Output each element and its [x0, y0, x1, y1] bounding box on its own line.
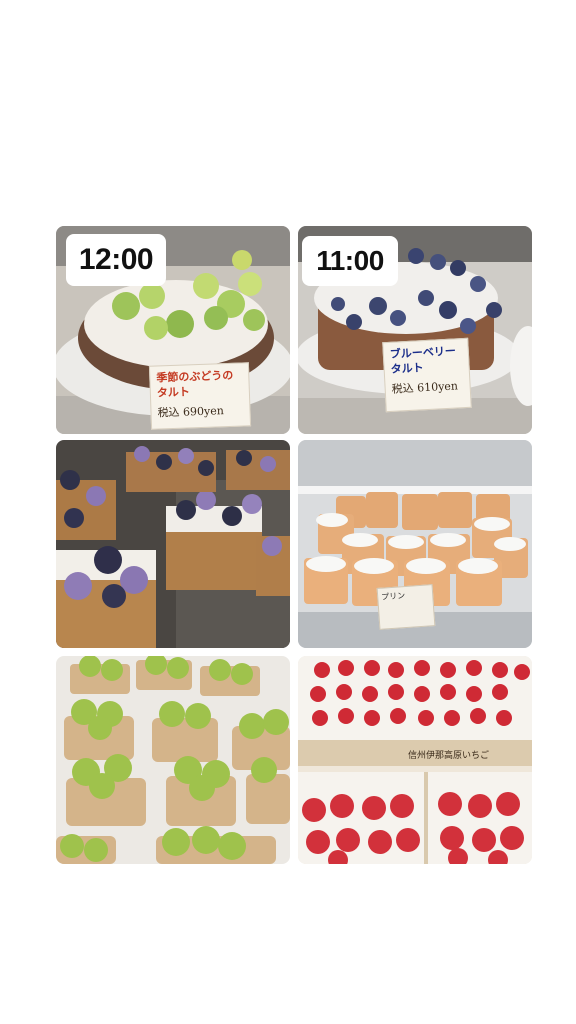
price-card-price: 税込 690yen [157, 403, 225, 420]
grape-pastries-image [56, 656, 290, 864]
price-card: プリン [376, 584, 436, 630]
price-card: 季節のぶどうのタルト 税込 690yen [148, 362, 252, 430]
pudding-cups-photo[interactable]: プリン [298, 440, 532, 648]
grape-tart-photo[interactable]: 12:00 季節のぶどうのタルト 税込 690yen [56, 226, 290, 434]
price-card-name: ブルーベリー タルト [389, 344, 457, 377]
grape-pastries-photo[interactable] [56, 656, 290, 864]
blueberry-tart-photo[interactable]: 11:00 ブルーベリー タルト 税込 610yen [298, 226, 532, 434]
price-card: ブルーベリー タルト 税込 610yen [382, 337, 472, 413]
berry-tarts-photo[interactable] [56, 440, 290, 648]
price-card-name: プリン [380, 591, 406, 602]
box-label: 信州伊那高原いちご [408, 751, 490, 761]
berry-tarts-image [56, 440, 290, 648]
time-badge: 11:00 [302, 236, 398, 286]
photo-collage-screen: { "tiles": [ {"id": "grape-tart-display"… [0, 0, 576, 1024]
time-badge: 12:00 [66, 234, 166, 286]
price-card-price: 税込 610yen [391, 379, 459, 396]
strawberry-boxes-photo[interactable]: 信州伊那高原いちご [298, 656, 532, 864]
price-card-name: 季節のぶどうのタルト [156, 368, 234, 400]
photo-grid: 12:00 季節のぶどうのタルト 税込 690yen 11:00 ブルーベリー … [56, 226, 532, 864]
